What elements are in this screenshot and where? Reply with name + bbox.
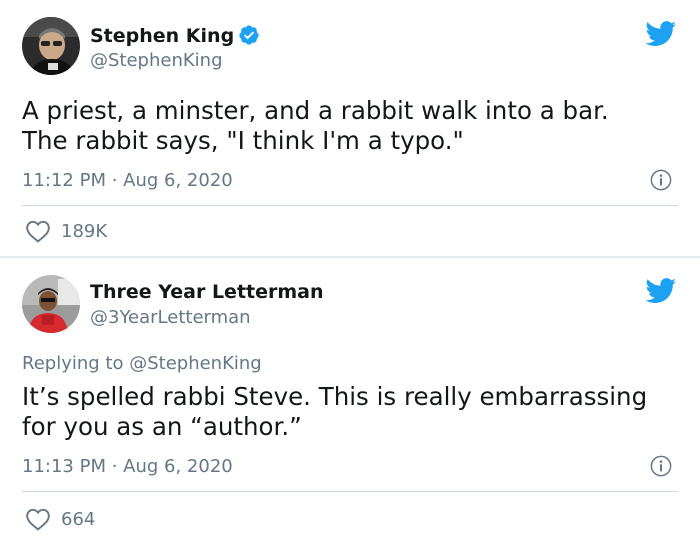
display-name[interactable]: Stephen King: [90, 24, 260, 47]
info-icon[interactable]: [650, 169, 672, 191]
avatar[interactable]: [22, 275, 80, 333]
handle[interactable]: @StephenKing: [90, 50, 223, 71]
divider: [22, 491, 678, 492]
heart-icon[interactable]: [25, 219, 51, 243]
divider: [22, 205, 678, 206]
tweet-text: It’s spelled rabbi Steve. This is really…: [22, 382, 648, 441]
heart-icon[interactable]: [25, 507, 51, 531]
like-count: 664: [61, 508, 96, 530]
timestamp[interactable]: 11:13 PM · Aug 6, 2020: [22, 456, 233, 477]
timestamp[interactable]: 11:12 PM · Aug 6, 2020: [22, 170, 233, 191]
display-name-text[interactable]: Stephen King: [90, 25, 234, 47]
twitter-bird-icon[interactable]: [645, 21, 677, 47]
like-button[interactable]: 664: [25, 507, 95, 531]
avatar[interactable]: [22, 17, 80, 75]
verified-badge-icon: [239, 25, 259, 45]
replying-to-mention[interactable]: @StephenKing: [129, 353, 262, 374]
like-button[interactable]: 189K: [25, 219, 107, 243]
replying-to-prefix: Replying to: [22, 353, 124, 374]
like-count: 189K: [61, 220, 108, 242]
display-name[interactable]: Three Year Letterman: [90, 281, 324, 303]
info-icon[interactable]: [650, 455, 672, 477]
replying-to: Replying to @StephenKing: [22, 353, 262, 374]
time[interactable]: 11:13 PM: [22, 456, 106, 477]
time[interactable]: 11:12 PM: [22, 170, 106, 191]
handle[interactable]: @3YearLetterman: [90, 307, 251, 328]
tweet-three-year-letterman[interactable]: Three Year Letterman @3YearLetterman Rep…: [0, 258, 700, 545]
twitter-bird-icon[interactable]: [645, 278, 677, 304]
date[interactable]: Aug 6, 2020: [123, 456, 233, 477]
tweet-text: A priest, a minster, and a rabbit walk i…: [22, 96, 609, 155]
date[interactable]: Aug 6, 2020: [123, 170, 233, 191]
tweet-stephen-king[interactable]: Stephen King @StephenKing A priest, a mi…: [0, 0, 700, 257]
